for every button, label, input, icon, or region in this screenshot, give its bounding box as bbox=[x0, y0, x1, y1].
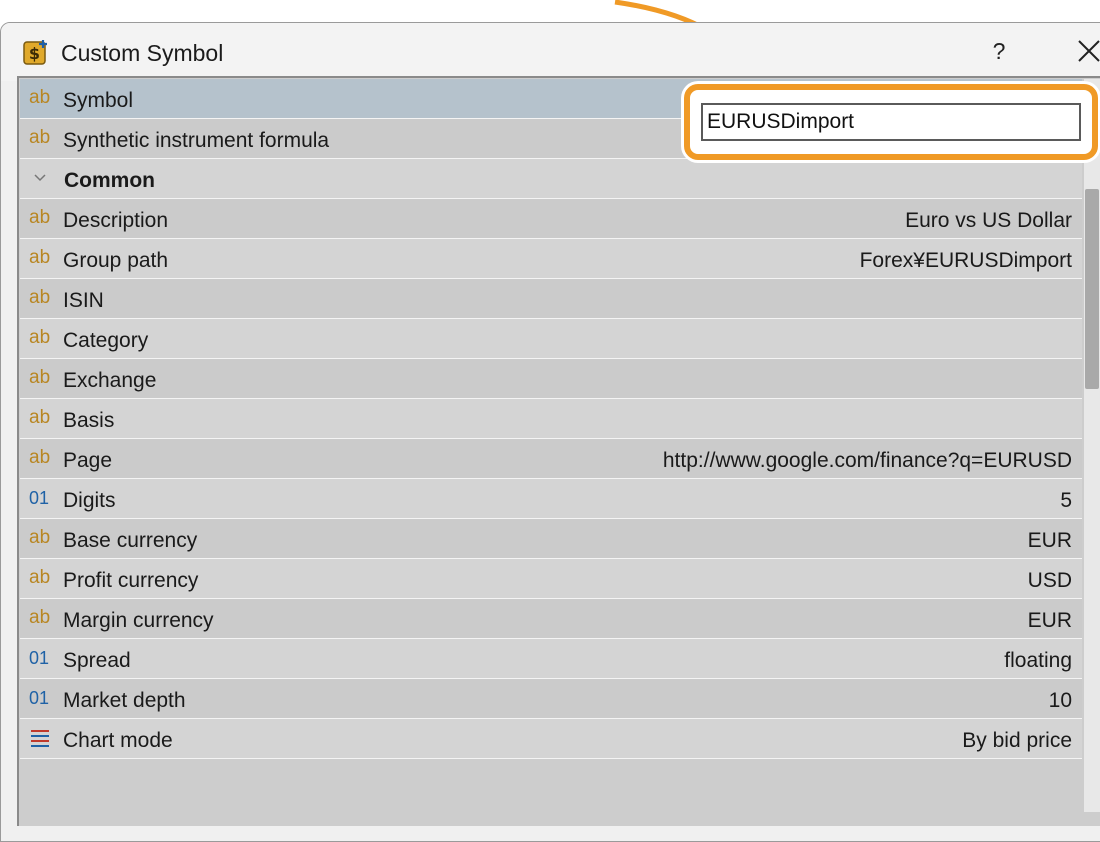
property-row-digits[interactable]: 01 Digits 5 bbox=[20, 479, 1082, 519]
text-field-icon: ab bbox=[29, 287, 51, 308]
property-label: Common bbox=[64, 169, 155, 192]
property-value[interactable]: http://www.google.com/finance?q=EURUSD bbox=[663, 449, 1072, 473]
property-label: Synthetic instrument formula bbox=[63, 129, 330, 152]
symbol-input[interactable] bbox=[701, 103, 1081, 141]
property-value[interactable]: EUR bbox=[1028, 529, 1072, 553]
property-value[interactable]: EUR bbox=[1028, 609, 1072, 633]
property-value[interactable]: Euro vs US Dollar bbox=[905, 209, 1072, 233]
text-field-icon: ab bbox=[29, 127, 51, 148]
property-row-base-currency[interactable]: ab Base currency EUR bbox=[20, 519, 1082, 559]
property-row-market-depth[interactable]: 01 Market depth 10 bbox=[20, 679, 1082, 719]
property-value[interactable]: USD bbox=[1028, 569, 1072, 593]
text-field-icon: ab bbox=[29, 367, 51, 388]
property-row-description[interactable]: ab Description Euro vs US Dollar bbox=[20, 199, 1082, 239]
dollar-document-icon: $ bbox=[23, 40, 47, 65]
property-label: Page bbox=[63, 449, 113, 472]
svg-text:$: $ bbox=[29, 44, 40, 63]
text-field-icon: ab bbox=[29, 447, 51, 468]
property-value[interactable]: 5 bbox=[1060, 489, 1072, 513]
property-grid: ab Symbol ab Synthetic instrument formula Co… bbox=[20, 79, 1082, 812]
property-row-group-path[interactable]: ab Group path Forex¥EURUSDimport bbox=[20, 239, 1082, 279]
vertical-scrollbar[interactable] bbox=[1084, 79, 1100, 812]
property-row-exchange[interactable]: ab Exchange bbox=[20, 359, 1082, 399]
property-label: Category bbox=[63, 329, 149, 352]
numeric-field-icon: 01 bbox=[29, 688, 50, 708]
property-row-chart-mode[interactable]: Chart mode By bid price bbox=[20, 719, 1082, 759]
property-label: Base currency bbox=[63, 529, 198, 552]
property-row-margin-currency[interactable]: ab Margin currency EUR bbox=[20, 599, 1082, 639]
text-field-icon: ab bbox=[29, 247, 51, 268]
property-row-isin[interactable]: ab ISIN bbox=[20, 279, 1082, 319]
help-button[interactable]: ? bbox=[986, 37, 1012, 65]
property-label: Market depth bbox=[63, 689, 186, 712]
text-field-icon: ab bbox=[29, 607, 51, 628]
property-label: Margin currency bbox=[63, 609, 214, 632]
property-label: Spread bbox=[63, 649, 131, 672]
property-row-spread[interactable]: 01 Spread floating bbox=[20, 639, 1082, 679]
property-label: Profit currency bbox=[63, 569, 199, 592]
title-bar: $ Custom Symbol ? bbox=[1, 23, 1100, 81]
property-value[interactable]: 10 bbox=[1049, 689, 1072, 713]
text-field-icon: ab bbox=[29, 207, 51, 228]
numeric-field-icon: 01 bbox=[29, 488, 50, 508]
property-label: Exchange bbox=[63, 369, 157, 392]
property-label: ISIN bbox=[63, 289, 104, 312]
text-field-icon: ab bbox=[29, 327, 51, 348]
property-label: Chart mode bbox=[63, 729, 173, 752]
property-row-basis[interactable]: ab Basis bbox=[20, 399, 1082, 439]
property-label: Symbol bbox=[63, 89, 134, 112]
property-value[interactable]: floating bbox=[1004, 649, 1072, 673]
property-label: Group path bbox=[63, 249, 169, 272]
window-title: Custom Symbol bbox=[61, 40, 224, 66]
text-field-icon: ab bbox=[29, 527, 51, 548]
property-row-profit-currency[interactable]: ab Profit currency USD bbox=[20, 559, 1082, 599]
group-header-common[interactable]: Common bbox=[20, 159, 1082, 199]
text-field-icon: ab bbox=[29, 567, 51, 588]
property-value[interactable]: Forex¥EURUSDimport bbox=[860, 249, 1072, 273]
scrollbar-thumb[interactable] bbox=[1085, 189, 1099, 389]
property-label: Description bbox=[63, 209, 169, 232]
property-value[interactable]: By bid price bbox=[962, 729, 1072, 753]
property-row-page[interactable]: ab Page http://www.google.com/finance?q=EU… bbox=[20, 439, 1082, 479]
numeric-field-icon: 01 bbox=[29, 648, 50, 668]
text-field-icon: ab bbox=[29, 87, 51, 108]
chevron-down-icon[interactable] bbox=[32, 171, 48, 185]
text-field-icon: ab bbox=[29, 407, 51, 428]
list-enum-icon bbox=[31, 730, 49, 747]
property-row-category[interactable]: ab Category bbox=[20, 319, 1082, 359]
property-label: Basis bbox=[63, 409, 115, 432]
property-label: Digits bbox=[63, 489, 116, 512]
close-icon[interactable] bbox=[1071, 37, 1100, 67]
